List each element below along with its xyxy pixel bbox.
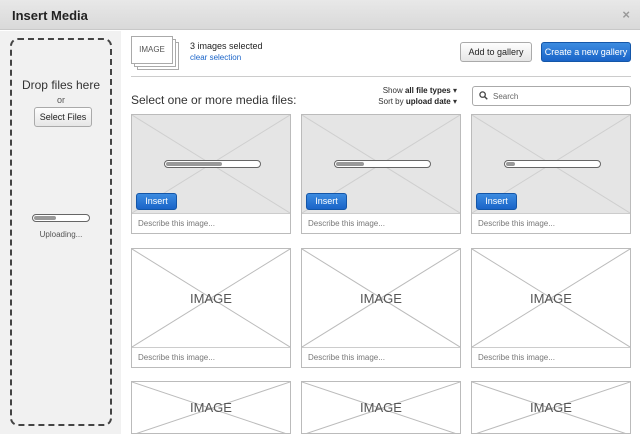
item-progress-fill	[336, 162, 364, 166]
drop-or-text: or	[56, 95, 65, 105]
selection-thumb: IMAGE	[131, 36, 173, 64]
description-field[interactable]: Describe this image...	[302, 213, 460, 233]
media-item[interactable]: IMAGE	[301, 381, 461, 434]
filter-type-prefix: Show	[382, 86, 403, 95]
description-field[interactable]: Describe this image...	[472, 213, 630, 233]
upload-progress-bar	[32, 214, 90, 222]
search-input[interactable]	[493, 89, 623, 103]
uploading-status: Uploading...	[39, 230, 83, 239]
clear-selection-link[interactable]: clear selection	[190, 53, 241, 62]
modal-title: Insert Media	[12, 8, 88, 23]
selection-count: 3 images selected	[190, 41, 263, 51]
image-label: IMAGE	[530, 400, 572, 415]
caret-down-icon: ▾	[452, 97, 457, 106]
media-item[interactable]: IMAGE	[471, 381, 631, 434]
media-heading: Select one or more media files:	[131, 93, 297, 107]
media-item[interactable]: IMAGE Describe this image...	[301, 248, 461, 368]
insert-button[interactable]: Insert	[136, 193, 177, 210]
image-label: IMAGE	[360, 291, 402, 306]
drop-title: Drop files here	[21, 78, 101, 92]
search-box[interactable]	[472, 86, 631, 106]
upload-pane: Drop files here or Select Files Uploadin…	[0, 31, 121, 434]
select-files-button[interactable]: Select Files	[34, 107, 92, 127]
media-item[interactable]: Insert Describe this image...	[301, 114, 461, 234]
file-type-filter[interactable]: Show all file types ▾	[383, 86, 457, 95]
selection-thumbnails[interactable]: IMAGE	[131, 36, 181, 72]
caret-down-icon: ▾	[452, 86, 457, 95]
media-item[interactable]: Insert Describe this image...	[471, 114, 631, 234]
filter-type-value: all file types	[404, 86, 451, 95]
item-progress-bar	[334, 160, 431, 168]
create-gallery-button[interactable]: Create a new gallery	[541, 42, 631, 62]
image-label: IMAGE	[360, 400, 402, 415]
media-item[interactable]: IMAGE Describe this image...	[471, 248, 631, 368]
media-item[interactable]: IMAGE Describe this image...	[131, 248, 291, 368]
add-to-gallery-button[interactable]: Add to gallery	[460, 42, 532, 62]
search-icon	[479, 91, 488, 100]
drop-zone[interactable]: Drop files here or Select Files Uploadin…	[10, 38, 112, 426]
modal-titlebar: Insert Media ×	[0, 0, 640, 30]
description-field[interactable]: Describe this image...	[472, 347, 630, 367]
sort-prefix: Sort by	[378, 97, 404, 106]
item-progress-bar	[504, 160, 601, 168]
description-field[interactable]: Describe this image...	[302, 347, 460, 367]
image-label: IMAGE	[190, 400, 232, 415]
upload-progress-fill	[34, 216, 56, 220]
media-item[interactable]: Insert Describe this image...	[131, 114, 291, 234]
item-progress-fill	[506, 162, 515, 166]
insert-button[interactable]: Insert	[476, 193, 517, 210]
item-progress-fill	[166, 162, 222, 166]
close-icon[interactable]: ×	[622, 7, 630, 22]
item-progress-bar	[164, 160, 261, 168]
header-divider	[131, 76, 631, 77]
sort-value: upload date	[405, 97, 451, 106]
sort-filter[interactable]: Sort by upload date ▾	[378, 97, 457, 106]
description-field[interactable]: Describe this image...	[132, 213, 290, 233]
image-label: IMAGE	[190, 291, 232, 306]
insert-button[interactable]: Insert	[306, 193, 347, 210]
media-item[interactable]: IMAGE	[131, 381, 291, 434]
description-field[interactable]: Describe this image...	[132, 347, 290, 367]
image-label: IMAGE	[530, 291, 572, 306]
